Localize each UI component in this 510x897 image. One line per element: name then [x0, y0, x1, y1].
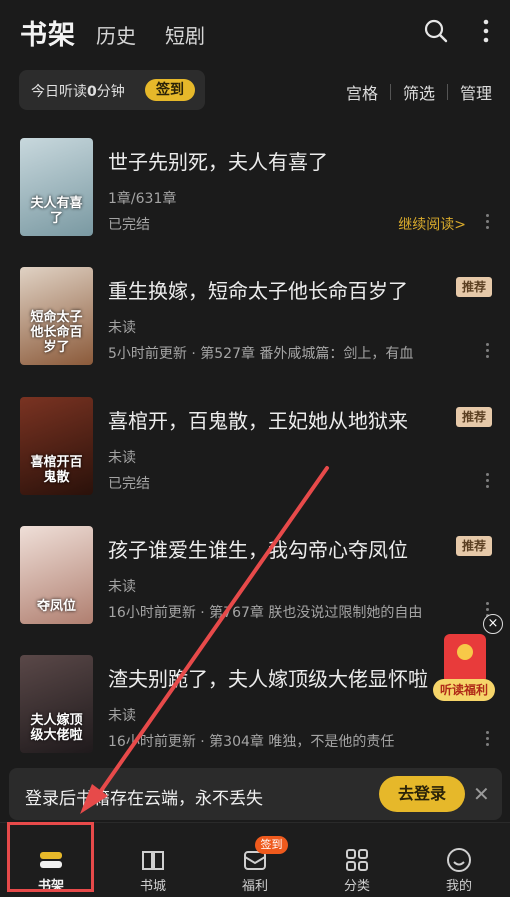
annotation-arrow-icon — [80, 466, 329, 814]
